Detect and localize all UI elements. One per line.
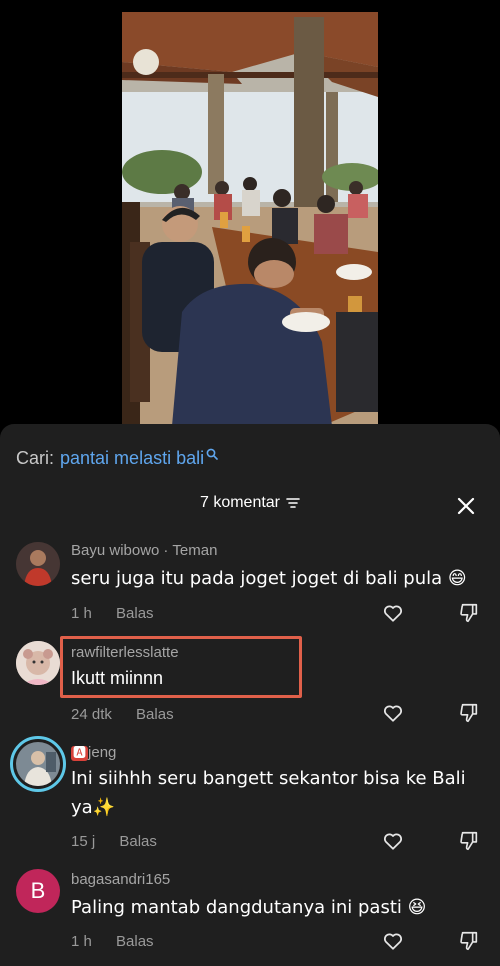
avatar-story-ring[interactable] bbox=[10, 736, 66, 792]
comment-meta: 1 h Balas bbox=[71, 933, 154, 950]
comment-text: Ikutt miinnn bbox=[71, 668, 164, 688]
avatar-letter: B bbox=[30, 878, 46, 903]
comments-sheet: Cari: pantai melasti bali 7 komentar Bay… bbox=[0, 424, 500, 966]
comment-time: 1 h bbox=[71, 605, 92, 622]
search-prefix: Cari: bbox=[16, 447, 55, 468]
comment-username[interactable]: rawfilterlesslatte bbox=[71, 644, 179, 661]
comments-header: 7 komentar bbox=[0, 494, 500, 518]
comment-time: 24 dtk bbox=[71, 706, 112, 723]
heart-icon[interactable] bbox=[382, 602, 404, 624]
thumbs-down-icon[interactable] bbox=[458, 930, 480, 952]
reply-button[interactable]: Balas bbox=[136, 706, 174, 723]
reply-button[interactable]: Balas bbox=[116, 933, 154, 950]
comment-count: 7 komentar bbox=[199, 494, 281, 511]
avatar[interactable]: B bbox=[16, 869, 60, 913]
search-query-link[interactable]: pantai melasti bali bbox=[60, 448, 204, 469]
thumbs-down-icon[interactable] bbox=[458, 830, 480, 852]
comment-username[interactable]: bagasandri165 bbox=[71, 871, 170, 888]
video-frame[interactable] bbox=[122, 12, 378, 426]
comment-text: Paling mantab dangdutanya ini pasti 😆 bbox=[71, 897, 427, 918]
comment-meta: 24 dtk Balas bbox=[71, 706, 174, 723]
reply-button[interactable]: Balas bbox=[116, 605, 154, 622]
search-icon[interactable] bbox=[206, 448, 218, 460]
comment-time: 1 h bbox=[71, 933, 92, 950]
close-icon[interactable] bbox=[456, 496, 476, 516]
reply-button[interactable]: Balas bbox=[119, 833, 157, 850]
comment-count-sort[interactable]: 7 komentar bbox=[0, 494, 500, 512]
username-badge: 🅰 bbox=[71, 746, 89, 761]
thumbs-down-icon[interactable] bbox=[458, 602, 480, 624]
comment-time: 15 j bbox=[71, 833, 96, 850]
heart-icon[interactable] bbox=[382, 702, 404, 724]
sort-icon[interactable] bbox=[286, 497, 300, 509]
comment-text: Ini siihhh seru bangett sekantor bisa ke… bbox=[71, 768, 466, 818]
avatar[interactable] bbox=[16, 542, 60, 586]
comment-username[interactable]: 🅰jeng bbox=[71, 742, 116, 761]
video-player[interactable] bbox=[0, 0, 500, 430]
avatar[interactable] bbox=[16, 641, 60, 685]
search-suggestion[interactable]: Cari: pantai melasti bali bbox=[16, 446, 218, 470]
comment-username[interactable]: Bayu wibowo · Teman bbox=[71, 542, 217, 559]
avatar-image bbox=[16, 641, 60, 685]
comment-meta: 1 h Balas bbox=[71, 605, 154, 622]
thumbs-down-icon[interactable] bbox=[458, 702, 480, 724]
heart-icon[interactable] bbox=[382, 830, 404, 852]
restaurant-scene-image bbox=[122, 12, 378, 426]
avatar-image bbox=[16, 542, 60, 586]
heart-icon[interactable] bbox=[382, 930, 404, 952]
comment-text: seru juga itu pada joget joget di bali p… bbox=[71, 568, 467, 589]
avatar-image bbox=[16, 742, 60, 786]
comment-meta: 15 j Balas bbox=[71, 833, 157, 850]
